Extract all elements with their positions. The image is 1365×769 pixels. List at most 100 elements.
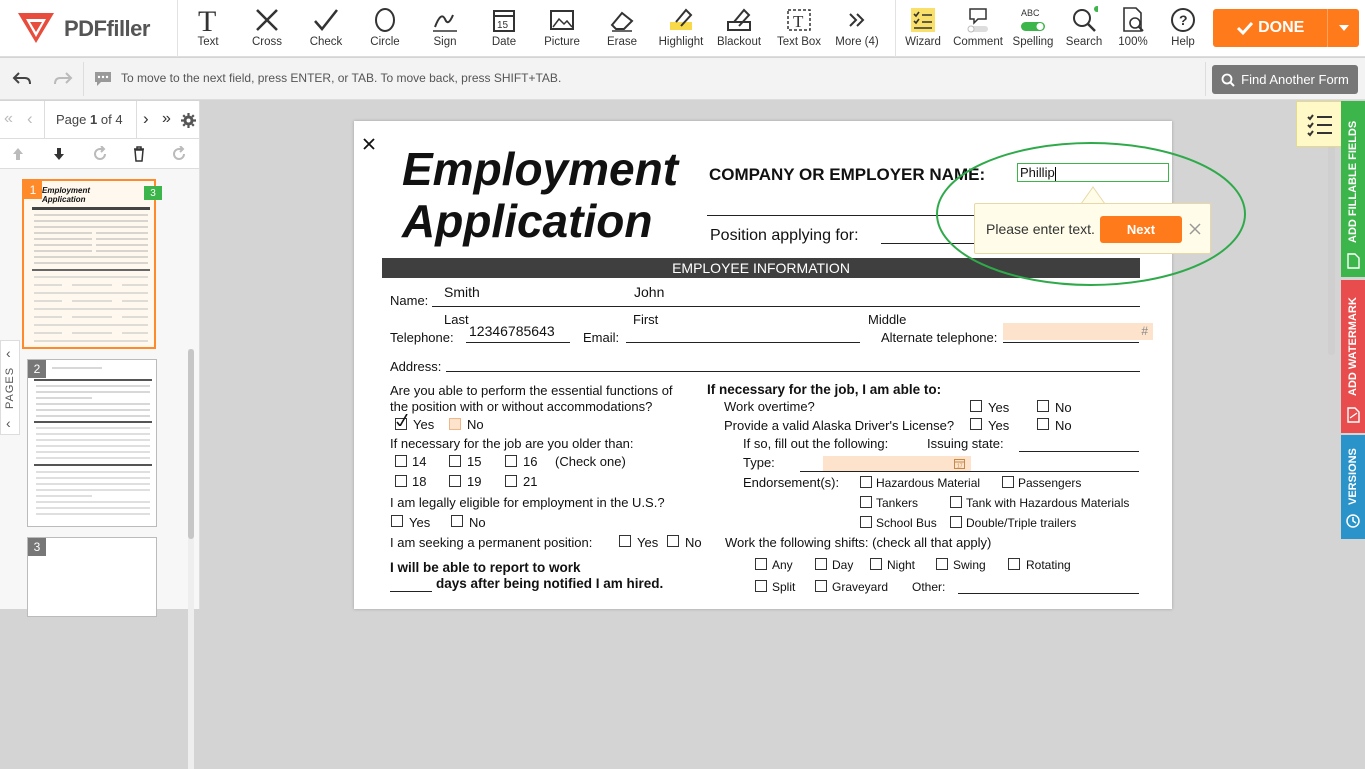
move-page-up-icon[interactable] xyxy=(11,146,25,162)
delete-page-icon[interactable] xyxy=(132,146,146,162)
text-tool-button[interactable]: T Text xyxy=(188,0,228,57)
overtime-yes-checkbox[interactable] xyxy=(970,400,982,412)
age-16-checkbox[interactable] xyxy=(505,455,517,467)
logo-text: PDFfiller xyxy=(64,16,150,41)
fields-list-button[interactable] xyxy=(1296,101,1342,147)
history-icon xyxy=(1346,514,1360,528)
age-21-checkbox[interactable] xyxy=(505,475,517,487)
close-icon[interactable] xyxy=(362,137,376,151)
name-label: Name: xyxy=(390,293,429,308)
watermark-icon xyxy=(1347,407,1360,423)
main-toolbar: PDFfiller T Text Cross Check Circle Sign… xyxy=(0,0,1365,57)
pages-panel-toggle[interactable]: ‹ PAGES ‹ xyxy=(0,340,20,435)
cross-tool-button[interactable]: Cross xyxy=(247,0,287,57)
picture-tool-button[interactable]: Picture xyxy=(542,0,582,57)
blackout-icon xyxy=(719,5,759,35)
shift-split-checkbox[interactable] xyxy=(755,580,767,592)
done-dropdown-button[interactable] xyxy=(1327,9,1359,47)
tankers-checkbox[interactable] xyxy=(860,496,872,508)
eligible-yes-checkbox[interactable] xyxy=(391,515,403,527)
done-label: DONE xyxy=(1258,19,1305,36)
circle-tool-button[interactable]: Circle xyxy=(365,0,405,57)
versions-tab[interactable]: VERSIONS xyxy=(1341,435,1365,539)
tank-hazardous-checkbox[interactable] xyxy=(950,496,962,508)
passengers-checkbox[interactable] xyxy=(1002,476,1014,488)
sign-tool-button[interactable]: Sign xyxy=(425,0,465,57)
svg-text:17: 17 xyxy=(957,464,963,470)
comment-button[interactable]: Comment xyxy=(953,0,1003,57)
alternate-telephone-field[interactable]: # xyxy=(1003,323,1153,340)
shift-rotating-checkbox[interactable] xyxy=(1008,558,1020,570)
pdffiller-logo[interactable]: PDFfiller xyxy=(16,11,176,45)
shift-night-checkbox[interactable] xyxy=(870,558,882,570)
age-14-checkbox[interactable] xyxy=(395,455,407,467)
add-watermark-tab[interactable]: ADD WATERMARK xyxy=(1341,280,1365,433)
close-icon[interactable] xyxy=(1188,222,1202,236)
age-15-checkbox[interactable] xyxy=(449,455,461,467)
double-triple-checkbox[interactable] xyxy=(950,516,962,528)
shift-any-checkbox[interactable] xyxy=(755,558,767,570)
overtime-no-checkbox[interactable] xyxy=(1037,400,1049,412)
cross-icon xyxy=(247,5,287,35)
position-label: Position applying for: xyxy=(710,227,859,244)
signature-pen-icon xyxy=(425,5,465,35)
svg-text:?: ? xyxy=(1179,12,1188,28)
next-field-button[interactable]: Next xyxy=(1100,216,1182,243)
erase-tool-button[interactable]: Erase xyxy=(602,0,642,57)
page-thumbnail-1[interactable]: 1 3 Employment Application xyxy=(22,179,162,349)
svg-text:T: T xyxy=(198,6,216,34)
refresh-icon[interactable] xyxy=(171,146,187,162)
chevron-left-icon: ‹ xyxy=(6,345,11,361)
search-button[interactable]: Search xyxy=(1064,0,1104,57)
permanent-no-checkbox[interactable] xyxy=(667,535,679,547)
age-19-checkbox[interactable] xyxy=(449,475,461,487)
thumbnails-scrollbar[interactable] xyxy=(188,349,194,769)
more-tools-button[interactable]: More (4) xyxy=(835,0,879,57)
redo-icon[interactable] xyxy=(53,70,73,88)
blackout-tool-button[interactable]: Blackout xyxy=(717,0,761,57)
school-bus-checkbox[interactable] xyxy=(860,516,872,528)
find-another-form-button[interactable]: Find Another Form xyxy=(1212,65,1358,94)
done-button[interactable]: DONE xyxy=(1213,9,1359,47)
date-tool-button[interactable]: 15 Date xyxy=(484,0,524,57)
shift-swing-checkbox[interactable] xyxy=(936,558,948,570)
check-tool-button[interactable]: Check xyxy=(306,0,346,57)
undo-icon[interactable] xyxy=(12,70,32,88)
age-18-checkbox[interactable] xyxy=(395,475,407,487)
telephone-value[interactable]: 12346785643 xyxy=(469,323,555,339)
hazardous-material-checkbox[interactable] xyxy=(860,476,872,488)
page-thumbnail-2[interactable]: 2 xyxy=(27,359,157,527)
first-page-icon[interactable]: « xyxy=(4,110,13,128)
text-box-tool-button[interactable]: T Text Box xyxy=(777,0,821,57)
shift-graveyard-checkbox[interactable] xyxy=(815,580,827,592)
last-name-value[interactable]: Smith xyxy=(444,284,480,300)
help-button[interactable]: ? Help xyxy=(1163,0,1203,57)
last-page-icon[interactable]: » xyxy=(162,110,171,128)
zoom-button[interactable]: 100% xyxy=(1113,0,1153,57)
text-box-icon: T xyxy=(779,5,819,35)
shift-day-checkbox[interactable] xyxy=(815,558,827,570)
wizard-button[interactable]: Wizard xyxy=(903,0,943,57)
next-page-icon[interactable]: › xyxy=(143,109,149,129)
page-thumbnail-3[interactable]: 3 xyxy=(27,537,157,617)
type-date-field[interactable]: 17 xyxy=(823,456,971,471)
license-no-checkbox[interactable] xyxy=(1037,418,1049,430)
move-page-down-icon[interactable] xyxy=(52,146,66,162)
essential-yes-checkbox[interactable] xyxy=(395,414,408,430)
eraser-icon xyxy=(602,5,642,35)
permanent-yes-checkbox[interactable] xyxy=(619,535,631,547)
gear-icon[interactable] xyxy=(180,112,197,129)
zoom-page-icon xyxy=(1113,5,1153,35)
add-fillable-fields-tab[interactable]: ADD FILLABLE FIELDS xyxy=(1341,101,1365,277)
essential-no-checkbox[interactable] xyxy=(449,418,461,430)
spelling-button[interactable]: ABC Spelling xyxy=(1013,0,1054,57)
eligible-no-checkbox[interactable] xyxy=(451,515,463,527)
prev-page-icon[interactable]: ‹ xyxy=(27,109,33,129)
hint-bar: To move to the next field, press ENTER, … xyxy=(0,58,1365,100)
document-icon xyxy=(1347,253,1360,269)
license-yes-checkbox[interactable] xyxy=(970,418,982,430)
rotate-page-icon[interactable] xyxy=(92,146,108,162)
page-navigator: « ‹ Page 1 of 4 › » xyxy=(0,101,200,139)
highlight-tool-button[interactable]: Highlight xyxy=(659,0,703,57)
first-name-value[interactable]: John xyxy=(634,284,664,300)
